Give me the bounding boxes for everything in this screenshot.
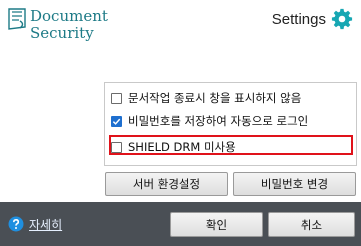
- option-label: 문서작업 종료시 창을 표시하지 않음: [128, 91, 302, 105]
- help-link-label[interactable]: 자세히: [29, 216, 62, 233]
- option-hide-window-on-close[interactable]: 문서작업 종료시 창을 표시하지 않음: [111, 89, 301, 107]
- option-label: 비밀번호를 저장하여 자동으로 로그인: [128, 114, 309, 128]
- check-icon: [112, 118, 121, 125]
- document-security-logo: Document Security: [6, 6, 116, 42]
- change-password-button[interactable]: 비밀번호 변경: [233, 172, 356, 196]
- footer-bar: 자세히 확인 취소: [0, 202, 361, 246]
- logo-line-2: Security: [30, 24, 94, 42]
- options-panel: 문서작업 종료시 창을 표시하지 않음 비밀번호를 저장하여 자동으로 로그인 …: [104, 82, 357, 166]
- server-settings-button[interactable]: 서버 환경설정: [105, 172, 228, 196]
- document-security-logo-icon: [8, 8, 26, 30]
- settings-label: Settings: [271, 10, 326, 28]
- cancel-button[interactable]: 취소: [268, 212, 355, 237]
- checkbox-auto-login[interactable]: [111, 115, 122, 127]
- help-link[interactable]: 자세히: [8, 215, 62, 233]
- settings-button[interactable]: Settings: [272, 8, 353, 30]
- logo-text: Document Security: [30, 8, 108, 42]
- option-shield-drm-disable[interactable]: SHIELD DRM 미사용: [111, 138, 236, 156]
- gear-icon: [331, 8, 353, 30]
- logo-line-1: Document: [30, 7, 108, 25]
- option-save-password-auto-login[interactable]: 비밀번호를 저장하여 자동으로 로그인: [111, 112, 308, 130]
- ok-button[interactable]: 확인: [170, 212, 263, 237]
- checkbox-shield-drm[interactable]: [111, 141, 122, 153]
- checkbox-hide-window[interactable]: [111, 92, 122, 104]
- help-icon: [8, 216, 24, 232]
- option-label: SHIELD DRM 미사용: [128, 140, 236, 154]
